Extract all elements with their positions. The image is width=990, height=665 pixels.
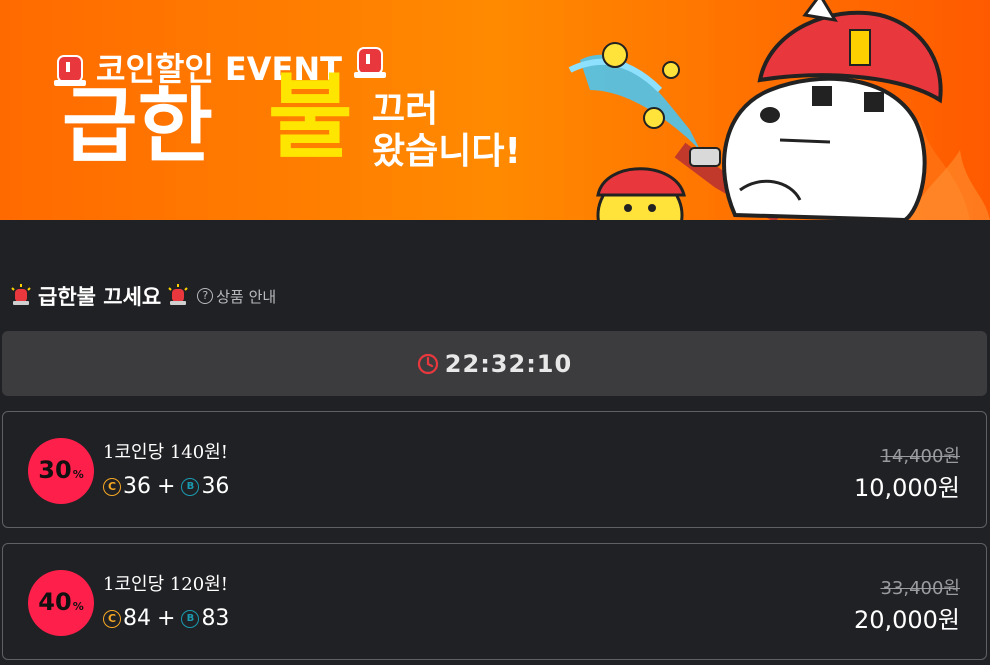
discount-value: 40	[38, 588, 72, 616]
original-price: 14,400원	[880, 446, 960, 467]
unit-price: 1코인당 120원!	[103, 574, 229, 595]
product-info-link[interactable]: ? 상품 안내	[197, 286, 276, 307]
bonus-amount: 83	[201, 606, 230, 631]
coin-amounts: C 36 + B 36	[103, 474, 229, 499]
siren-icon	[354, 47, 386, 78]
banner-headline-sub-2: 왔습니다!	[372, 131, 521, 172]
coin-amount: 36	[123, 474, 151, 499]
bonus-coin-icon: B	[181, 609, 200, 628]
siren-icon	[11, 284, 31, 305]
section-title: 급한불 끄세요	[38, 285, 162, 309]
plus-sign: +	[157, 474, 176, 499]
discount-badge: 40 %	[28, 570, 94, 636]
banner-headline-highlight: 불	[268, 64, 353, 171]
countdown-timer: 22:32:10	[2, 331, 987, 396]
clock-icon	[417, 353, 438, 374]
coin-icon: C	[103, 477, 121, 496]
coin-icon: C	[103, 609, 121, 628]
discount-badge: 30 %	[28, 438, 94, 504]
character-small	[596, 167, 686, 220]
question-circle-icon: ?	[197, 288, 214, 304]
final-price: 20,000원	[853, 606, 960, 634]
banner-headline-sub-1: 끄러	[372, 89, 439, 130]
product-info-label: 상품 안내	[216, 287, 277, 306]
siren-icon	[168, 284, 188, 305]
bonus-coin-icon: B	[181, 477, 200, 496]
bonus-amount: 36	[201, 474, 230, 499]
banner-headline-main: 급한	[62, 79, 213, 174]
timer-value: 22:32:10	[444, 349, 573, 378]
event-banner[interactable]: 코인할인 EVENT 급한 불 끄러 왔습니다!	[0, 0, 990, 220]
discount-unit: %	[72, 468, 84, 481]
plus-sign: +	[157, 606, 176, 631]
discount-unit: %	[72, 600, 84, 613]
product-card[interactable]: 40 % 1코인당 120원! C 84 + B 83 33,400원 20,0…	[2, 543, 987, 660]
coin-amounts: C 84 + B 83	[103, 606, 229, 631]
original-price: 33,400원	[880, 578, 960, 599]
coin-amount: 84	[123, 606, 151, 631]
section-header: 급한불 끄세요 ? 상품 안내	[10, 280, 276, 312]
product-card[interactable]: 30 % 1코인당 140원! C 36 + B 36 14,400원 10,0…	[2, 411, 987, 528]
final-price: 10,000원	[853, 474, 960, 502]
unit-price: 1코인당 140원!	[103, 442, 229, 463]
discount-value: 30	[38, 456, 72, 484]
